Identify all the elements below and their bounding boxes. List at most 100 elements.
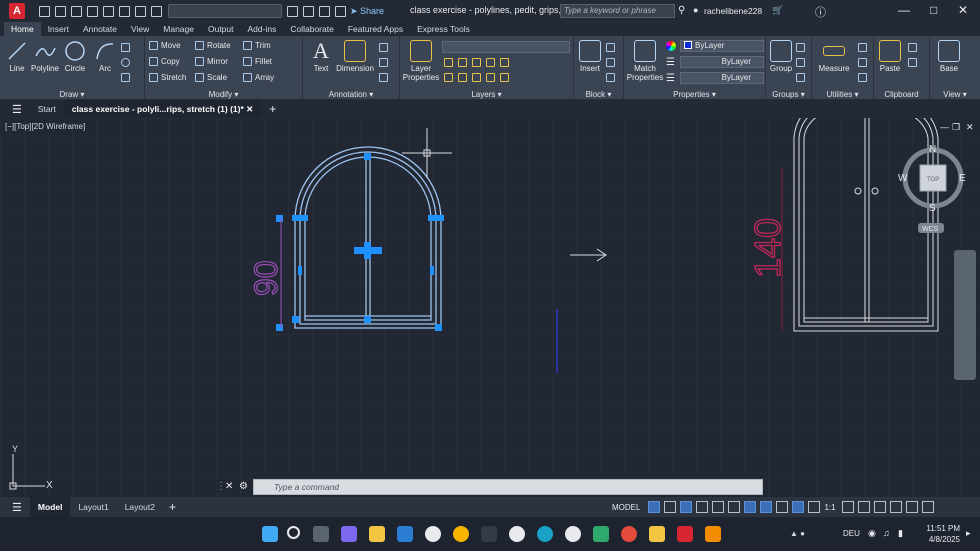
model-space-button[interactable]: MODEL (612, 503, 640, 512)
workspace-switch-icon[interactable] (873, 501, 886, 513)
autocad-logo-icon[interactable]: A (9, 3, 25, 19)
copy-clip-icon[interactable] (908, 58, 917, 67)
tab-drawing[interactable]: class exercise - polyli...rips, stretch … (63, 100, 262, 118)
navigation-bar[interactable] (954, 250, 976, 380)
mail-icon[interactable] (397, 526, 413, 542)
autocad-taskbar-icon[interactable] (677, 526, 693, 542)
block-panel-title[interactable]: Block ▾ (574, 90, 623, 99)
app-icon-2[interactable] (453, 526, 469, 542)
paste-tool[interactable]: Paste (876, 40, 904, 73)
tab-layout2[interactable]: Layout2 (117, 497, 163, 517)
table-icon[interactable] (379, 73, 388, 82)
app-icon-3[interactable] (481, 526, 497, 542)
mirror-button[interactable]: Mirror (195, 57, 228, 66)
new-file-icon[interactable] (39, 5, 50, 17)
settings-gear-icon[interactable] (841, 501, 854, 513)
app-icon-6[interactable] (593, 526, 609, 542)
scale-button[interactable]: Scale (195, 73, 227, 82)
tray-icons[interactable]: ▲ ● (790, 529, 805, 538)
plus-icon[interactable] (857, 501, 870, 513)
polyline-tool[interactable]: Polyline (29, 40, 61, 73)
stretch-button[interactable]: Stretch (149, 73, 186, 82)
language-indicator[interactable]: DEU (843, 529, 860, 538)
tab-start[interactable]: Start (30, 100, 64, 118)
ortho-toggle-icon[interactable] (680, 501, 693, 513)
workspace-dropdown[interactable] (168, 4, 282, 18)
block-attribute-icon[interactable] (606, 73, 615, 82)
rectangle-icon[interactable] (121, 43, 130, 52)
scale-value[interactable]: 1:1 (824, 503, 835, 512)
print-icon[interactable] (287, 5, 298, 17)
taskbar-search-icon[interactable] (287, 526, 300, 539)
viewcube-top[interactable]: TOP (927, 177, 939, 183)
maximize-icon[interactable]: □ (930, 3, 937, 17)
draw-panel-title[interactable]: Draw ▾ (0, 90, 144, 99)
group-edit-icon[interactable] (796, 58, 805, 67)
viewport-close-icon[interactable]: ✕ (966, 122, 974, 133)
circle-tool[interactable]: Circle (62, 40, 88, 73)
viewcube-west[interactable]: W (898, 173, 908, 184)
plot-icon[interactable] (135, 5, 146, 17)
app-icon-5[interactable] (565, 526, 581, 542)
color-wheel-icon[interactable] (666, 41, 676, 51)
layer-freeze-icon[interactable] (472, 58, 481, 67)
id-point-icon[interactable] (858, 73, 867, 82)
clean-screen-icon[interactable] (905, 501, 918, 513)
annotation-scale-icon[interactable] (792, 501, 805, 513)
tab-output[interactable]: Output (201, 22, 241, 36)
app-icon-1[interactable] (425, 526, 441, 542)
search-icon[interactable]: ⚲ (678, 5, 685, 16)
chrome-icon[interactable] (621, 526, 637, 542)
battery-icon[interactable]: ▮ (898, 528, 903, 539)
tab-annotate[interactable]: Annotate (76, 22, 124, 36)
minimize-icon[interactable]: — (898, 3, 910, 17)
ungroup-icon[interactable] (796, 43, 805, 52)
modify-panel-title[interactable]: Modify ▾ (145, 90, 302, 99)
annotation-monitor-icon[interactable] (776, 501, 789, 513)
drawing-canvas[interactable]: 90 140 Y X TOP N S E W WCS [−][Top][2D W… (0, 118, 980, 497)
system-clock[interactable]: 11:51 PM 4/8/2025 (926, 523, 960, 545)
user-icon[interactable]: ● (693, 5, 698, 15)
tab-express-tools[interactable]: Express Tools (410, 22, 477, 36)
edge-icon[interactable] (537, 526, 553, 542)
polar-toggle-icon[interactable] (696, 501, 709, 513)
task-view-icon[interactable] (313, 526, 329, 542)
grid-toggle-icon[interactable] (648, 501, 661, 513)
open-web-icon[interactable] (103, 5, 114, 17)
wcs-label[interactable]: WCS (922, 226, 939, 233)
group-tool[interactable]: Group (768, 40, 794, 73)
fillet-button[interactable]: Fillet (243, 57, 272, 66)
tab-view[interactable]: View (124, 22, 156, 36)
windows-start-icon[interactable] (262, 526, 278, 542)
teams-icon[interactable] (341, 526, 357, 542)
calculator-icon[interactable] (858, 58, 867, 67)
cloud-icon[interactable] (319, 5, 330, 17)
dimension-tool[interactable]: Dimension (335, 40, 375, 73)
hamburger-menu-icon[interactable]: ☰ (12, 103, 22, 116)
share-button[interactable]: ➤ Share (350, 6, 384, 17)
tab-add-ins[interactable]: Add-ins (241, 22, 284, 36)
annotation-visibility-icon[interactable] (808, 501, 821, 513)
arc-tool[interactable]: Arc (92, 40, 118, 73)
layer-properties-tool[interactable]: Layer Properties (402, 40, 440, 82)
groups-panel-title[interactable]: Groups ▾ (766, 90, 811, 99)
preview-icon[interactable] (303, 5, 314, 17)
properties-panel-title[interactable]: Properties ▾ (624, 90, 765, 99)
object-track-icon[interactable] (728, 501, 741, 513)
view-panel-title[interactable]: View ▾ (930, 90, 980, 99)
array-button[interactable]: Array (243, 73, 274, 82)
hatch-icon[interactable] (121, 73, 130, 82)
rotate-button[interactable]: Rotate (195, 41, 231, 50)
dimension-text-left[interactable]: 90 (247, 260, 284, 297)
layer-lock-icon[interactable] (486, 58, 495, 67)
layer-isolate-icon[interactable] (458, 58, 467, 67)
tab-collaborate[interactable]: Collaborate (283, 22, 340, 36)
text-tool[interactable]: A Text (309, 38, 333, 73)
linetype-dropdown[interactable]: ByLayer (680, 72, 764, 84)
command-input[interactable]: Type a command (253, 479, 763, 495)
save-icon[interactable] (71, 5, 82, 17)
layer-thaw-icon[interactable] (486, 73, 495, 82)
notification-icon[interactable]: ▸ (966, 528, 971, 539)
viewport-restore-icon[interactable]: ❐ (952, 122, 960, 133)
tab-close-icon[interactable]: ✕ (246, 104, 253, 114)
